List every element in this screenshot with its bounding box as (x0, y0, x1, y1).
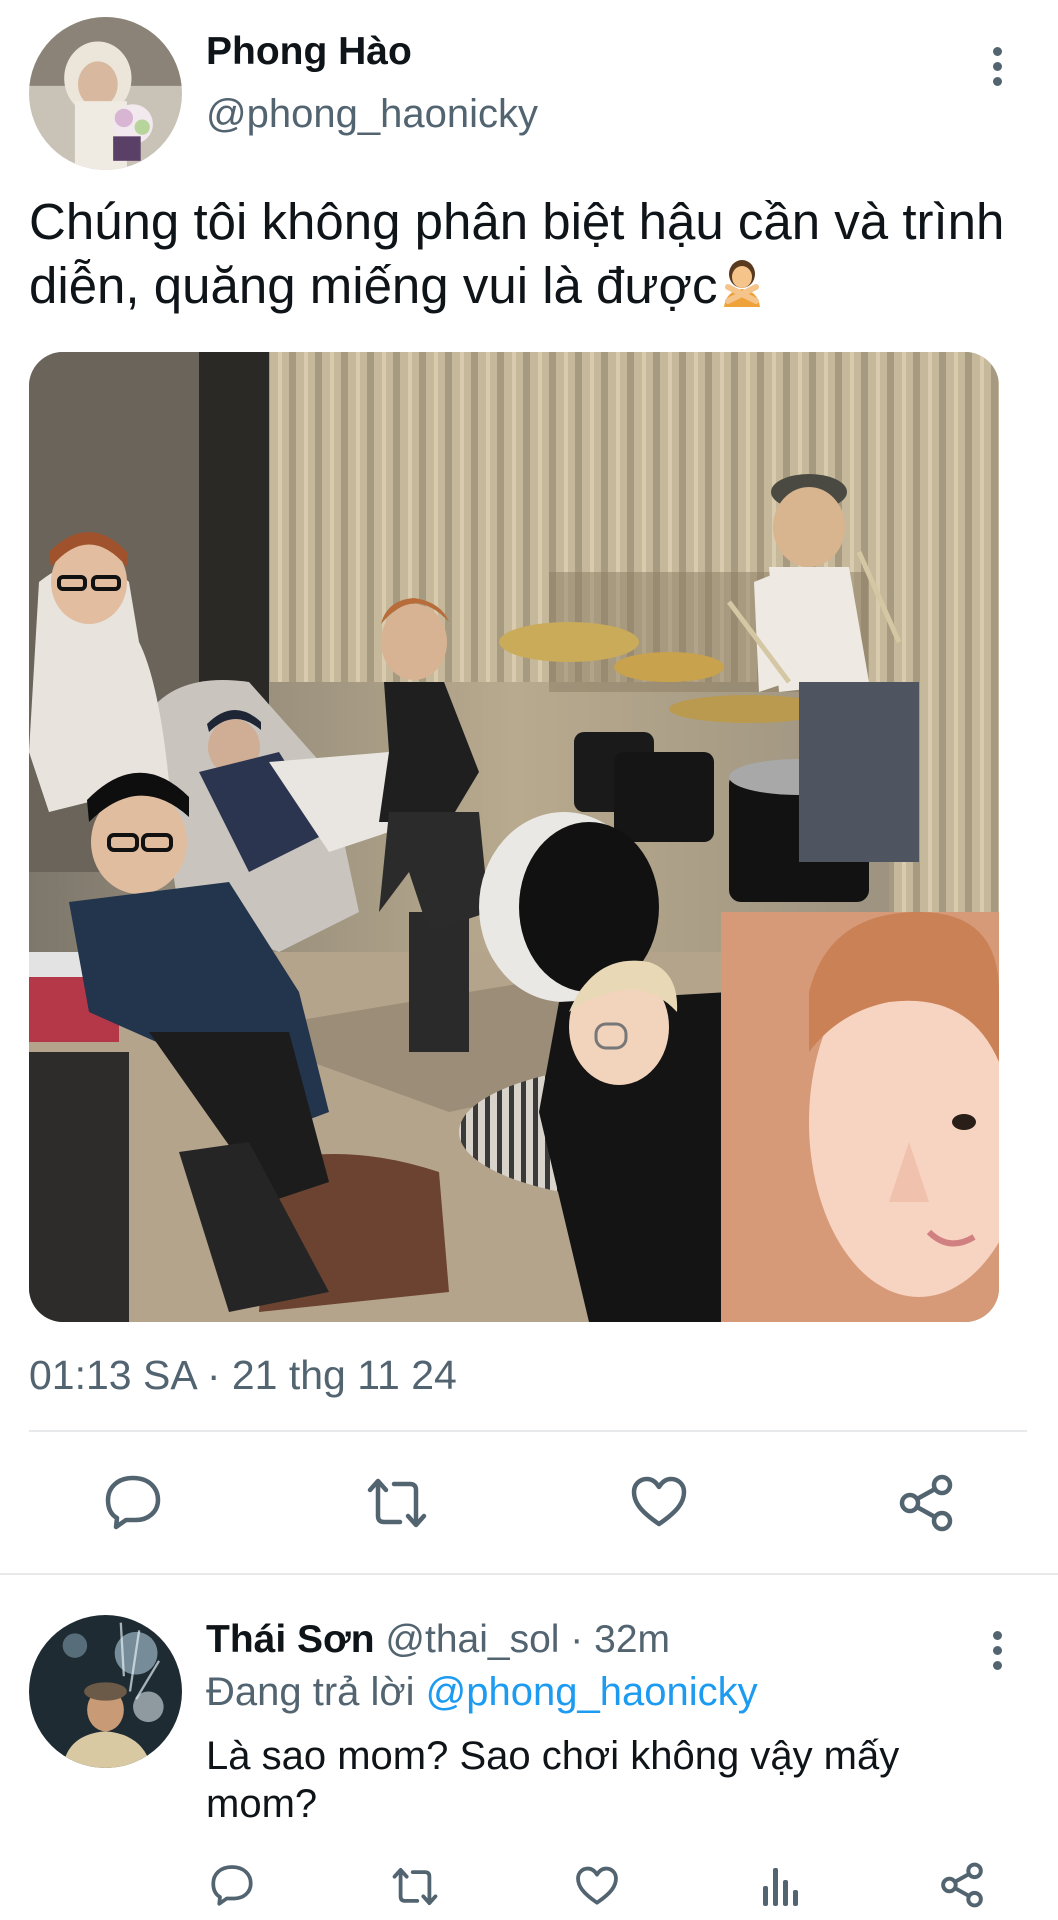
reply-author-handle[interactable]: @thai_sol (385, 1618, 559, 1661)
more-options-icon[interactable] (977, 38, 1017, 94)
like-icon[interactable] (575, 1866, 619, 1906)
reply-icon[interactable] (210, 1864, 254, 1906)
replying-to-prefix: Đang trả lời (206, 1670, 415, 1714)
share-icon[interactable] (940, 1862, 984, 1908)
reply-icon[interactable] (104, 1474, 162, 1530)
tweet-photo[interactable] (29, 352, 999, 1322)
retweet-icon[interactable] (390, 1866, 440, 1907)
person-gesturing-no-emoji-icon (718, 257, 766, 309)
author-name[interactable]: Phong Hào (206, 30, 412, 74)
divider (0, 1573, 1058, 1575)
author-avatar[interactable] (29, 17, 182, 170)
more-options-icon[interactable] (977, 1622, 1017, 1678)
tweet-text: Chúng tôi không phân biệt hậu cần và trì… (29, 190, 1019, 318)
divider (29, 1430, 1027, 1432)
reply-author-name[interactable]: Thái Sơn (206, 1618, 375, 1661)
retweet-icon[interactable] (364, 1476, 430, 1530)
author-handle[interactable]: @phong_haonicky (206, 92, 538, 137)
reply-author-avatar[interactable] (29, 1615, 182, 1768)
tweet-text-content: Chúng tôi không phân biệt hậu cần và trì… (29, 193, 1005, 314)
reply-header: Thái Sơn @thai_sol · 32m (206, 1618, 670, 1662)
reply-text: Là sao mom? Sao chơi không vậy mấy mom? (206, 1734, 900, 1826)
like-icon[interactable] (630, 1476, 688, 1528)
tweet-timestamp: 01:13 SA · 21 thg 11 24 (29, 1352, 457, 1398)
replying-to-handle[interactable]: @phong_haonicky (426, 1670, 758, 1714)
reply-time: 32m (594, 1618, 670, 1661)
share-icon[interactable] (898, 1474, 954, 1532)
replying-to-line: Đang trả lời @phong_haonicky (206, 1670, 758, 1715)
reply-separator: · (570, 1618, 584, 1661)
views-icon[interactable] (760, 1864, 800, 1908)
